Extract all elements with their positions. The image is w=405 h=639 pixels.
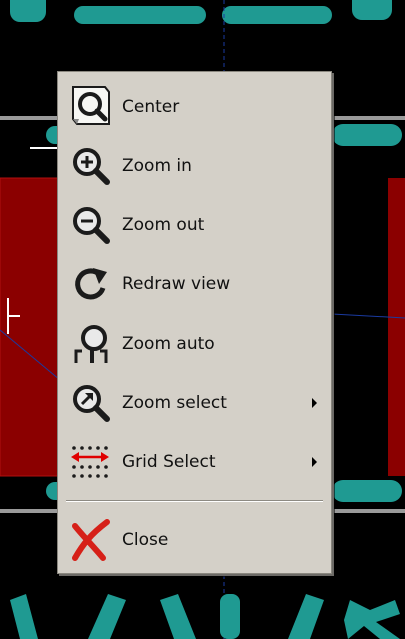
zoom-out-icon (66, 201, 116, 249)
submenu-arrow-icon (312, 457, 317, 467)
pcb-pad (220, 594, 240, 639)
menu-item-zoom-auto[interactable]: Zoom auto (66, 318, 323, 370)
pcb-pad (222, 6, 332, 24)
pcb-pad (74, 6, 206, 24)
close-icon (66, 516, 116, 564)
menu-item-label: Zoom out (122, 215, 205, 235)
grid-select-icon (66, 438, 116, 486)
menu-item-label: Zoom select (122, 393, 227, 413)
redraw-icon (66, 260, 116, 308)
zoom-auto-icon (66, 320, 116, 368)
menu-item-zoom-select[interactable]: Zoom select (66, 377, 323, 429)
menu-item-label: Center (122, 97, 180, 117)
pcb-pad (352, 0, 392, 20)
menu-item-label: Close (122, 530, 169, 550)
menu-item-close[interactable]: Close (66, 514, 323, 566)
zoom-select-icon (66, 379, 116, 427)
menu-item-label: Redraw view (122, 274, 231, 294)
context-menu: Center Zoom in Zoom out Redraw view Zoom… (57, 71, 332, 574)
pcb-pad (10, 0, 46, 22)
pcb-pad (332, 124, 402, 146)
menu-separator (66, 500, 323, 502)
pcb-pad (332, 480, 402, 502)
menu-item-grid-select[interactable]: Grid Select (66, 436, 323, 488)
menu-item-redraw-view[interactable]: Redraw view (66, 258, 323, 310)
menu-item-label: Zoom auto (122, 334, 215, 354)
menu-item-zoom-in[interactable]: Zoom in (66, 140, 323, 192)
menu-item-label: Grid Select (122, 452, 216, 472)
zoom-in-icon (66, 142, 116, 190)
center-icon (66, 83, 116, 131)
menu-item-label: Zoom in (122, 156, 192, 176)
menu-item-center[interactable]: Center (66, 81, 323, 133)
submenu-arrow-icon (312, 398, 317, 408)
copper-zone (388, 178, 405, 476)
menu-item-zoom-out[interactable]: Zoom out (66, 199, 323, 251)
